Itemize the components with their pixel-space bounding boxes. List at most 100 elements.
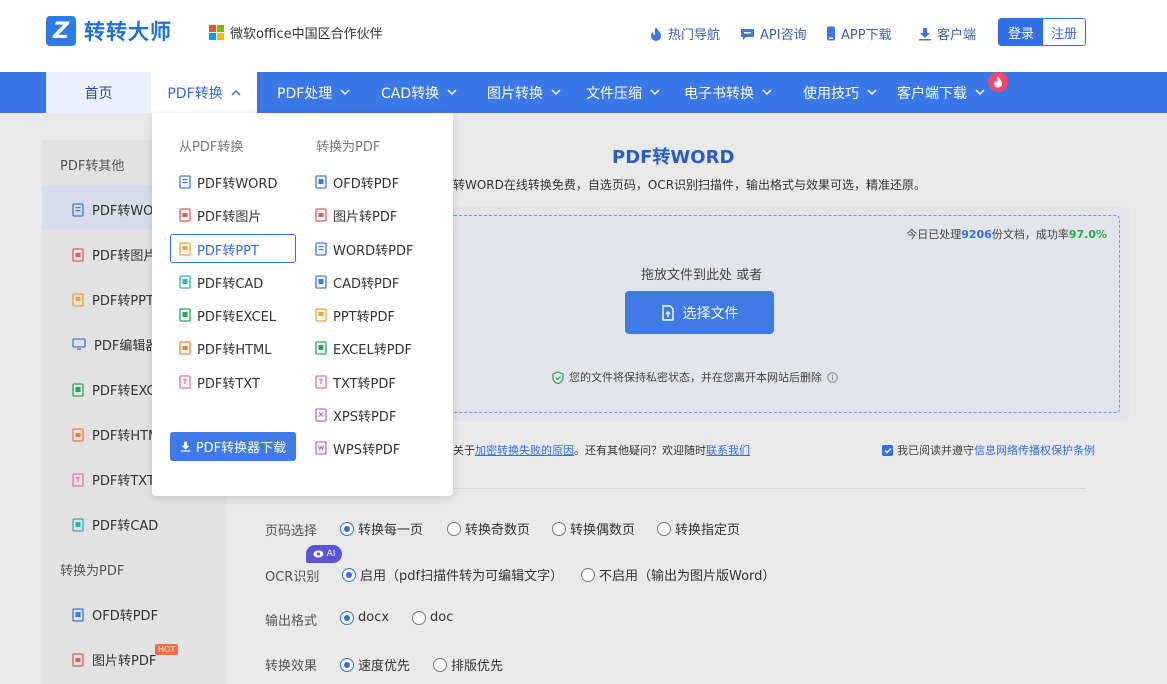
hot-nav-link[interactable]: 热门导航 [649, 24, 720, 43]
menu-item-pdf-image[interactable]: PDF转图片 [179, 205, 261, 225]
sidebar-item-image-pdf[interactable]: 图片转PDF [72, 650, 156, 669]
sidebar-item-label: 图片转PDF [92, 654, 157, 669]
download-button-label: PDF转换器下载 [195, 441, 287, 456]
eye-icon [313, 550, 324, 558]
chevron-down-icon [340, 89, 350, 96]
radio-speed-first[interactable]: 速度优先 [340, 655, 410, 674]
menu-item-pdf-txt[interactable]: PDF转TXT [179, 372, 260, 392]
radio-every-page[interactable]: 转换每一页 [340, 519, 423, 538]
menu-item-word-pdf[interactable]: WORD转PDF [315, 239, 413, 259]
agreement[interactable]: 我已阅读并遵守 信息网络传播权保护条例 [882, 442, 1095, 458]
menu-item-label: PDF转EXCEL [197, 309, 277, 325]
menu-item-pdf-word[interactable]: PDF转WORD [179, 172, 277, 192]
radio-dot [657, 521, 671, 536]
info-icon[interactable] [827, 371, 838, 383]
menu-item-image-pdf[interactable]: 图片转PDF [315, 205, 397, 225]
cad-file-icon [179, 275, 191, 289]
register-button[interactable]: 注册 [1043, 19, 1085, 45]
app-download-link[interactable]: APP下载 [826, 24, 892, 43]
nav-ebook[interactable]: 电子书转换 [684, 72, 772, 113]
radio-label: 转换每一页 [358, 523, 424, 538]
menu-item-txt-pdf[interactable]: TXT转PDF [315, 372, 396, 392]
ocr-label: OCR识别 [265, 570, 320, 585]
menu-item-pdf-ppt[interactable]: PDF转PPT [179, 239, 259, 259]
menu-item-label: PDF转HTML [197, 342, 272, 358]
menu-item-xps-pdf[interactable]: XPS转PDF [315, 405, 396, 425]
sidebar-item-label: PDF转HTM [92, 429, 160, 444]
ppt-file-icon [179, 242, 191, 256]
menu-item-label: PDF转TXT [197, 376, 260, 392]
encryption-failure-link[interactable]: 加密转换失败的原因 [475, 444, 574, 457]
nav-tips[interactable]: 使用技巧 [803, 72, 877, 113]
sidebar-item-pdf-excel[interactable]: PDF转EXC [72, 380, 156, 399]
menu-item-label: EXCEL转PDF [333, 342, 413, 358]
excel-file-icon [315, 341, 327, 355]
menu-item-label: XPS转PDF [333, 409, 397, 425]
radio-dot [342, 567, 356, 582]
sidebar-item-ofd-pdf[interactable]: OFD转PDF [72, 605, 158, 624]
chevron-up-icon [231, 89, 241, 96]
radio-odd-pages[interactable]: 转换奇数页 [447, 519, 530, 538]
radio-doc[interactable]: doc [412, 610, 453, 625]
menu-item-cad-pdf[interactable]: CAD转PDF [315, 272, 399, 292]
menu-item-label: PPT转PDF [333, 309, 395, 325]
word-file-icon [179, 175, 191, 189]
client-link[interactable]: 客户端 [918, 24, 976, 43]
sidebar-item-label: PDF转图片 [92, 249, 157, 264]
pdf-converter-download-button[interactable]: PDF转换器下载 [170, 432, 296, 461]
login-button[interactable]: 登录 [999, 19, 1043, 45]
sidebar-item-pdf-html[interactable]: PDF转HTM [72, 425, 159, 444]
sidebar-item-label: PDF转TXT [92, 474, 155, 489]
site-header: Z 转转大师 微软office中国区合作伙伴 热门导航 API咨询 APP下载 … [0, 0, 1167, 72]
shield-check-icon [552, 370, 564, 384]
radio-ocr-disable[interactable]: 不启用（输出为图片版Word） [581, 565, 775, 584]
drop-zone[interactable]: 今日已处理9206份文档，成功率97.0% 拖放文件到此处 或者 选择文件 您的… [450, 215, 1120, 413]
api-link[interactable]: API咨询 [740, 24, 807, 43]
wps-file-icon [315, 441, 327, 455]
radio-ocr-enable[interactable]: 启用（pdf扫描件转为可编辑文字） [342, 565, 563, 584]
sidebar-item-pdf-txt[interactable]: PDF转TXT [72, 470, 155, 489]
dropdown-col-from-pdf-title: 从PDF转换 [179, 140, 244, 155]
radio-label: 转换偶数页 [570, 523, 636, 538]
nav-cad-convert[interactable]: CAD转换 [381, 72, 457, 113]
regulation-link[interactable]: 信息网络传播权保护条例 [974, 442, 1095, 458]
cad-file-icon [72, 517, 84, 532]
menu-item-pdf-html[interactable]: PDF转HTML [179, 338, 272, 358]
nav-ebook-label: 电子书转换 [684, 85, 754, 102]
phone-icon [827, 26, 835, 41]
radio-even-pages[interactable]: 转换偶数页 [552, 519, 635, 538]
nav-client-download[interactable]: 客户端下载 [897, 72, 985, 113]
sidebar-item-pdf-editor[interactable]: PDF编辑器 [72, 335, 158, 354]
sidebar-item-pdf-image[interactable]: PDF转图片 [72, 245, 156, 264]
nav-pdf-convert[interactable]: PDF转换 [151, 72, 257, 113]
pdf-convert-dropdown: 从PDF转换 转换为PDF PDF转WORD PDF转图片 PDF转PPT PD… [152, 113, 453, 496]
choose-file-button[interactable]: 选择文件 [625, 291, 774, 334]
menu-item-pdf-excel[interactable]: PDF转EXCEL [179, 305, 276, 325]
menu-item-excel-pdf[interactable]: EXCEL转PDF [315, 338, 412, 358]
page-description: 转WORD在线转换免费，自选页码，OCR识别扫描件，输出格式与效果可选，精准还原… [453, 178, 927, 192]
nav-image-convert[interactable]: 图片转换 [487, 72, 561, 113]
download-icon [180, 441, 191, 452]
auth-group: 登录 注册 [998, 18, 1086, 46]
sidebar-item-pdf-cad[interactable]: PDF转CAD [72, 515, 158, 534]
ofd-file-icon [315, 175, 327, 189]
menu-item-pdf-cad[interactable]: PDF转CAD [179, 272, 263, 292]
nav-image-convert-label: 图片转换 [487, 85, 543, 102]
nav-pdf-process[interactable]: PDF处理 [277, 72, 350, 113]
agree-checkbox[interactable] [882, 444, 893, 456]
contact-us-link[interactable]: 联系我们 [706, 444, 750, 457]
radio-specified-pages[interactable]: 转换指定页 [657, 519, 740, 538]
menu-item-ppt-pdf[interactable]: PPT转PDF [315, 305, 395, 325]
txt-file-icon [315, 375, 327, 389]
nav-compress[interactable]: 文件压缩 [586, 72, 660, 113]
radio-docx[interactable]: docx [340, 610, 389, 625]
menu-item-wps-pdf[interactable]: WPS转PDF [315, 438, 400, 458]
sidebar-item-pdf-word[interactable]: PDF转WO [72, 200, 153, 219]
nav-home[interactable]: 首页 [46, 72, 151, 113]
menu-item-ofd-pdf[interactable]: OFD转PDF [315, 172, 399, 192]
txt-file-icon [72, 472, 84, 487]
radio-label: docx [358, 610, 390, 625]
radio-layout-first[interactable]: 排版优先 [433, 655, 503, 674]
app-download-label: APP下载 [841, 28, 892, 43]
sidebar-item-pdf-ppt[interactable]: PDF转PPT [72, 290, 154, 309]
